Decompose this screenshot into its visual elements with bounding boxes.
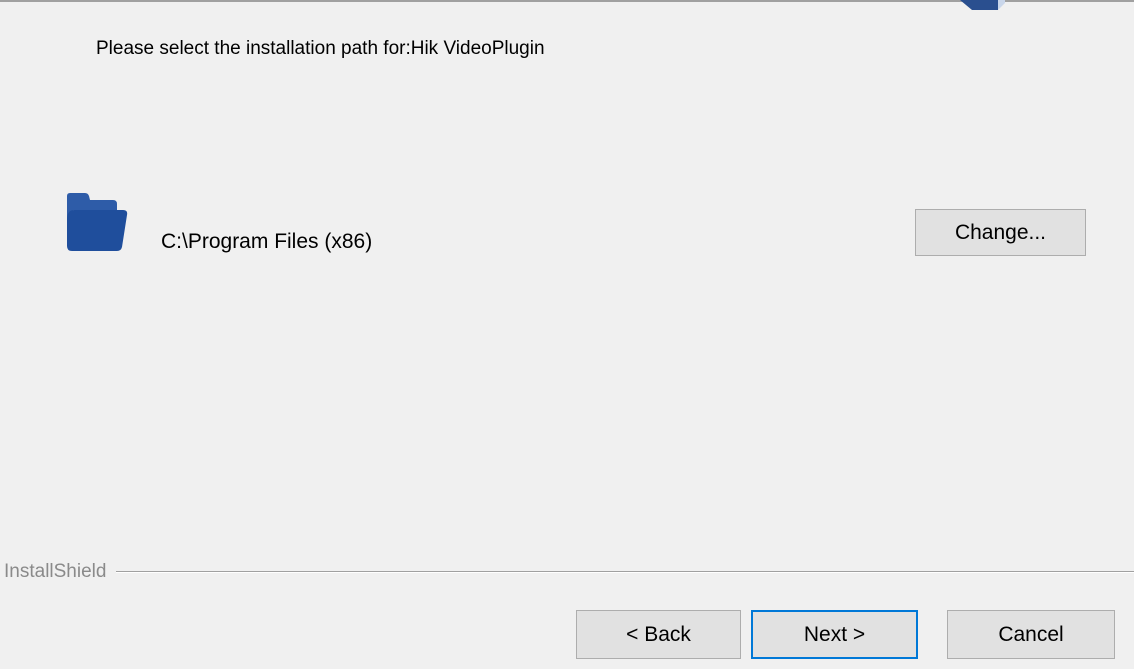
cancel-button[interactable]: Cancel <box>947 610 1115 659</box>
installer-logo-icon <box>960 0 1005 10</box>
folder-icon <box>67 193 128 251</box>
install-path-instruction: Please select the installation path for:… <box>96 38 545 59</box>
back-button[interactable]: < Back <box>576 610 741 659</box>
installshield-label: InstallShield <box>4 561 107 582</box>
next-button[interactable]: Next > <box>751 610 918 659</box>
footer-divider <box>116 571 1134 573</box>
change-path-button[interactable]: Change... <box>915 209 1086 256</box>
install-path-value: C:\Program Files (x86) <box>161 230 373 253</box>
installshield-branding: InstallShield <box>0 560 1134 584</box>
